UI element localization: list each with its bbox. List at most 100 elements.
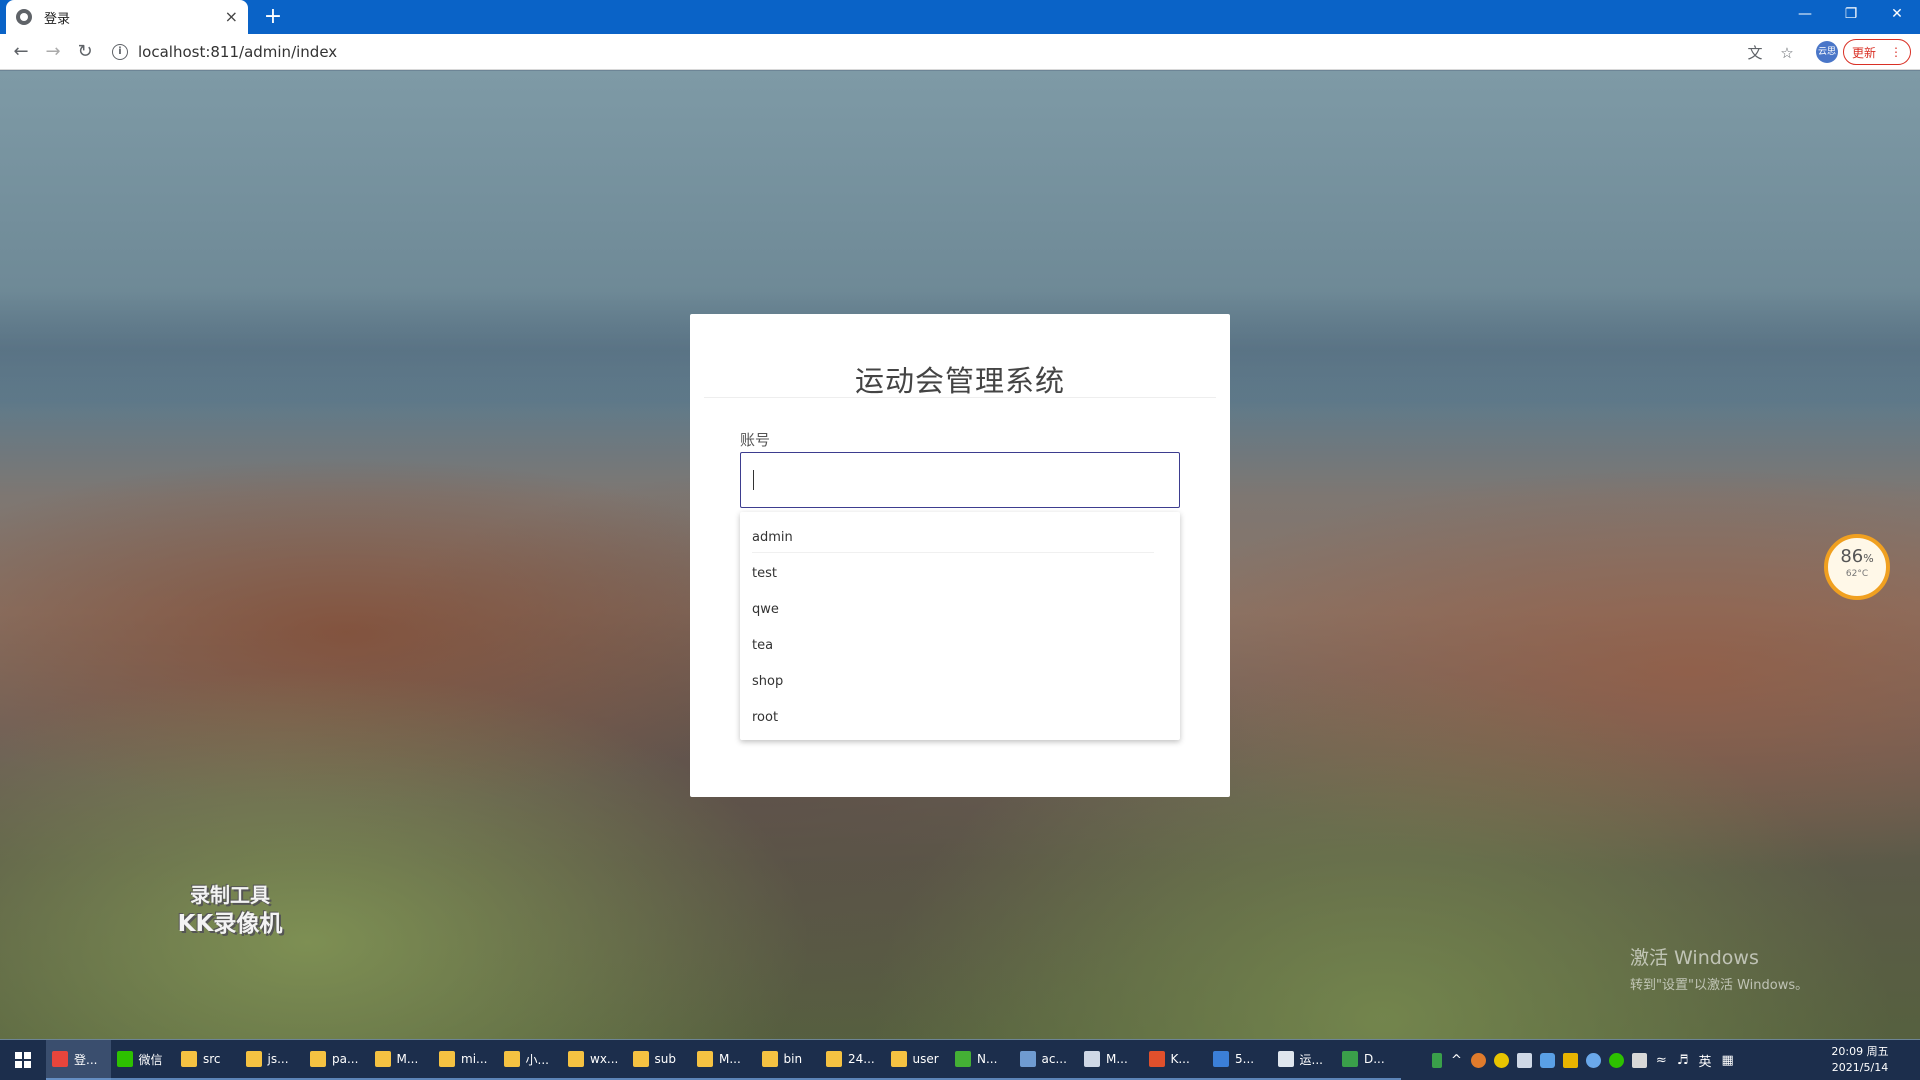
taskbar-app-label: 5... [1235,1052,1255,1066]
taskbar-app-label: pa... [332,1052,359,1066]
taskbar-app-icon [1342,1051,1358,1067]
taskbar-app-button[interactable]: wx... [562,1040,627,1080]
display-tray-icon[interactable] [1516,1052,1532,1068]
keyboard-icon[interactable]: ▦ [1721,1053,1733,1068]
volume-icon[interactable]: ♬ [1677,1053,1689,1068]
app-tray-icon[interactable] [1470,1052,1486,1068]
taskbar-app-label: 小... [525,1052,549,1067]
taskbar-app-label: 微信 [138,1052,163,1067]
windows-taskbar: 登... 微信 src js... pa... M... mi... 小... wx... sub… [0,1040,1920,1080]
taskbar-apps: 登... 微信 src js... pa... M... mi... 小... wx... sub… [46,1040,1401,1080]
wifi-icon[interactable]: ≈ [1656,1053,1667,1068]
update-label: 更新 [1852,45,1877,60]
taskbar-app-icon [374,1051,391,1067]
taskbar-app-label: sub [654,1052,676,1066]
start-button[interactable] [0,1040,46,1080]
kk-recorder-watermark: 录制工具 KK录像机 [160,881,300,939]
address-bar[interactable]: i localhost:811/admin/index [112,38,1752,66]
account-label: 账号 [740,431,771,449]
taskbar-app-button[interactable]: 5... [1207,1040,1272,1080]
profile-avatar[interactable]: 云思 [1816,41,1838,63]
account-input[interactable] [740,452,1180,508]
network-tray-icon[interactable] [1585,1052,1601,1068]
taskbar-app-button[interactable]: 运... [1271,1040,1336,1080]
taskbar-app-icon [52,1051,68,1067]
taskbar-app-button[interactable]: bin [755,1040,820,1080]
taskbar-app-icon [503,1051,520,1067]
browser-toolbar: ← → ↻ i localhost:811/admin/index 文 ☆ 云思… [0,34,1920,70]
taskbar-app-button[interactable]: M... [1078,1040,1143,1080]
taskbar-app-icon [439,1051,455,1067]
taskbar-app-icon [310,1051,326,1067]
percent-sign: % [1863,552,1874,565]
taskbar-app-button[interactable]: D... [1336,1040,1401,1080]
ime-indicator[interactable]: 英 [1698,1051,1711,1070]
taskbar-app-button[interactable]: pa... [304,1040,369,1080]
show-hidden-icons-icon[interactable]: ^ [1451,1053,1462,1068]
taskbar-app-icon [1019,1051,1036,1067]
taskbar-app-button[interactable]: ac... [1013,1040,1078,1080]
forward-icon[interactable]: → [41,40,65,64]
browser-tab-bar: 登录 × + — ❐ ✕ [0,0,1920,34]
battery-icon[interactable] [1432,1052,1442,1068]
back-icon[interactable]: ← [9,40,33,64]
taskbar-app-icon [1084,1051,1100,1067]
watermark-line-1: 录制工具 [190,883,270,907]
taskbar-app-button[interactable]: 小... [497,1040,562,1080]
autocomplete-option[interactable]: test [740,556,1180,592]
taskbar-app-button[interactable]: N... [949,1040,1014,1080]
taskbar-app-button[interactable]: M... [691,1040,756,1080]
taskbar-app-button[interactable]: js... [239,1040,304,1080]
taskbar-app-label: mi... [461,1052,488,1066]
taskbar-app-label: 运... [1299,1052,1323,1067]
autocomplete-option[interactable]: shop [740,664,1180,700]
taskbar-app-label: M... [396,1052,419,1066]
bookmark-star-icon[interactable]: ☆ [1776,42,1798,64]
translate-icon[interactable]: 文 [1744,42,1766,64]
new-tab-button[interactable]: + [260,4,286,30]
wechat-tray-icon[interactable] [1608,1052,1624,1068]
minimize-icon[interactable]: — [1782,0,1828,30]
close-window-icon[interactable]: ✕ [1874,0,1920,30]
taskbar-app-button[interactable]: K... [1142,1040,1207,1080]
autocomplete-option[interactable]: root [740,700,1180,736]
taskbar-app-icon [245,1051,262,1067]
taskbar-app-icon [761,1051,778,1067]
taskbar-app-button[interactable]: sub [626,1040,691,1080]
taskbar-app-button[interactable]: 登... [46,1040,111,1080]
sun-tray-icon[interactable] [1493,1052,1509,1068]
activate-windows-watermark: 激活 Windows 转到"设置"以激活 Windows。 [1630,943,1808,993]
taskbar-app-button[interactable]: user [884,1040,949,1080]
taskbar-app-label: N... [977,1052,998,1066]
taskbar-app-label: bin [783,1052,803,1066]
taskbar-app-icon [890,1051,907,1067]
taskbar-app-label: wx... [590,1052,619,1066]
autocomplete-option[interactable]: admin [740,520,1180,556]
taskbar-app-button[interactable]: mi... [433,1040,498,1080]
tray-app-icon[interactable] [1562,1052,1578,1068]
restore-icon[interactable]: ❐ [1828,0,1874,30]
taskbar-app-button[interactable]: src [175,1040,240,1080]
taskbar-app-button[interactable]: 微信 [110,1040,175,1080]
update-button[interactable]: 更新 ⋮ [1843,39,1911,65]
reload-icon[interactable]: ↻ [73,40,97,64]
autocomplete-dropdown: admin test qwe tea shop root [740,512,1180,740]
taskbar-app-button[interactable]: M... [368,1040,433,1080]
browser-tab[interactable]: 登录 × [6,0,248,34]
usb-tray-icon[interactable] [1631,1052,1647,1068]
cpu-temperature-widget[interactable]: 86% 62°C [1824,534,1890,600]
shield-tray-icon[interactable] [1539,1052,1555,1068]
activate-title: 激活 Windows [1630,947,1759,969]
clock-time: 20:09 周五 [1831,1045,1889,1058]
taskbar-app-label: user [912,1052,939,1066]
site-info-icon[interactable]: i [112,44,128,60]
close-tab-icon[interactable]: × [225,9,238,25]
system-clock[interactable]: 20:09 周五 2021/5/14 [1818,1044,1902,1076]
text-caret [753,470,754,490]
taskbar-app-icon [697,1051,713,1067]
taskbar-app-button[interactable]: 24... [820,1040,885,1080]
autocomplete-option[interactable]: qwe [740,592,1180,628]
taskbar-app-label: D... [1364,1052,1385,1066]
menu-dots-icon[interactable]: ⋮ [1890,45,1902,59]
autocomplete-option[interactable]: tea [740,628,1180,664]
